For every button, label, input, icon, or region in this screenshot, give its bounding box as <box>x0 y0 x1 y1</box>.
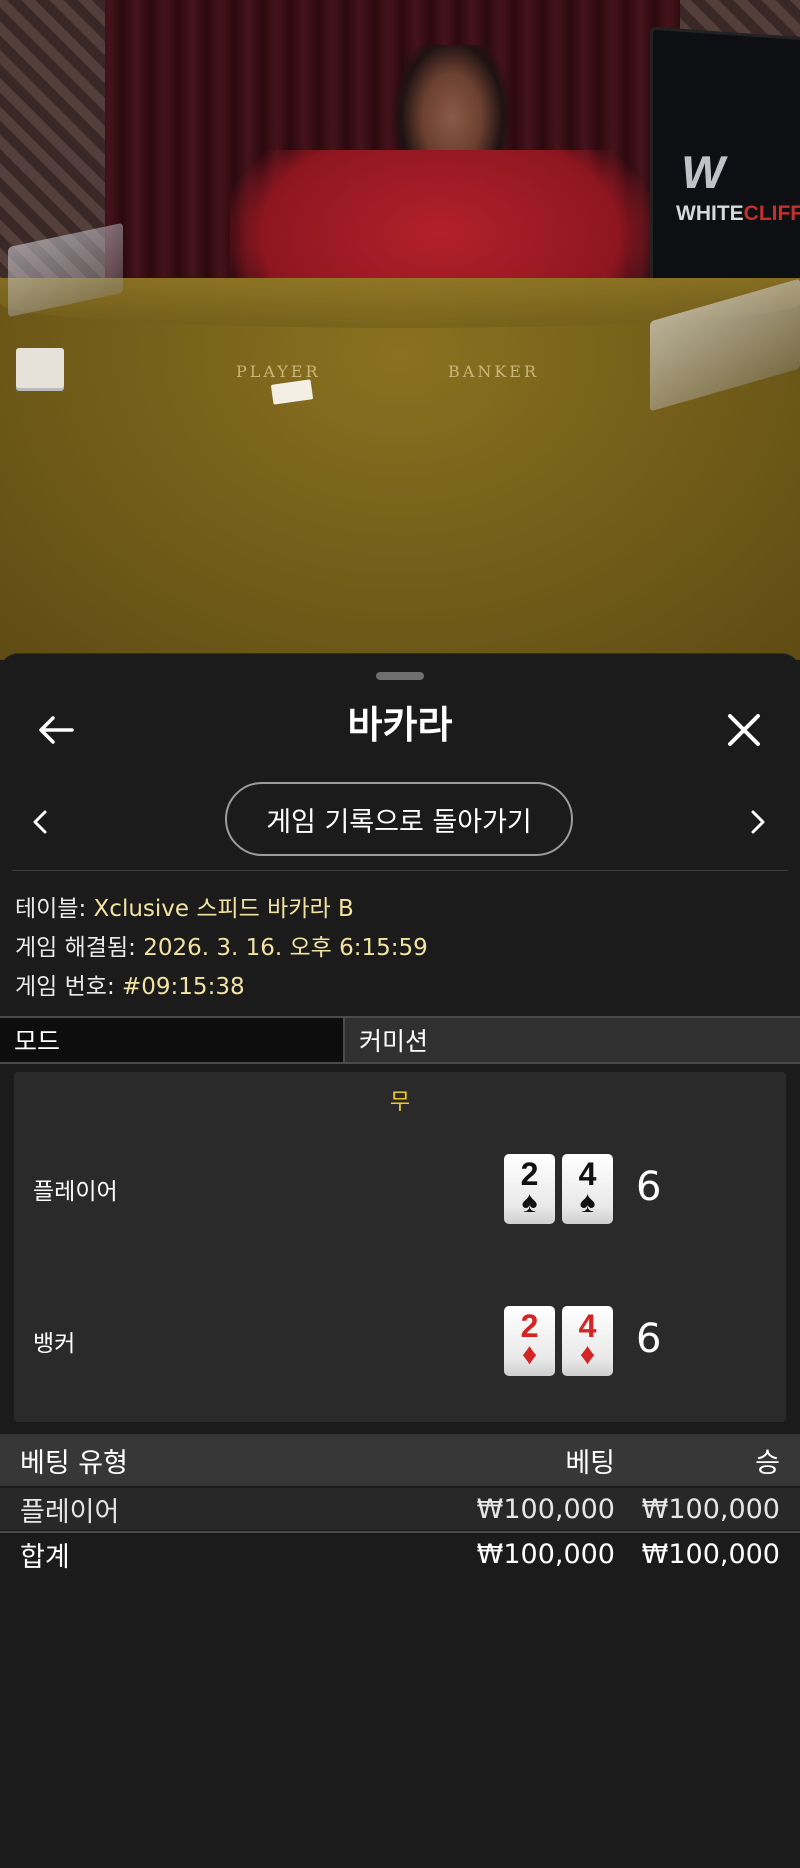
tab-mode[interactable]: 모드 <box>0 1018 345 1062</box>
player-score: 6 <box>636 1164 662 1210</box>
game-detail-sheet: 바카라 게임 기록으로 돌아가기 테이블: Xclusive 스피드 바카라 B… <box>0 653 800 1868</box>
tab-commission[interactable]: 커미션 <box>345 1018 800 1062</box>
brand-logo-mark: W <box>677 146 724 198</box>
resolved-info-value: 2026. 3. 16. 오후 6:15:59 <box>143 935 428 961</box>
banker-card-1: 2 ♦ <box>504 1306 555 1376</box>
win-amount-cell: ₩100,000 <box>641 1493 780 1525</box>
table-info: 테이블: Xclusive 스피드 바카라 B <box>15 889 354 923</box>
live-video-stream: W WHITECLIFF PLAYER BANKER <box>0 0 800 660</box>
chevron-right-icon <box>751 810 765 834</box>
table-label-banker: BANKER <box>448 362 539 381</box>
page-title: 바카라 <box>347 703 453 747</box>
banker-hand-label: 뱅커 <box>33 1331 76 1357</box>
banker-card-2: 4 ♦ <box>562 1306 613 1376</box>
total-win: ₩100,000 <box>641 1538 780 1570</box>
player-hand-label: 플레이어 <box>33 1179 118 1205</box>
chevron-left-icon <box>33 810 47 834</box>
header-bet: 베팅 <box>565 1447 615 1479</box>
spade-icon: ♠ <box>579 1186 596 1219</box>
brand-logo-text: WHITECLIFF <box>676 202 800 225</box>
bet-type-cell: 플레이어 <box>20 1496 120 1528</box>
divider <box>12 870 788 871</box>
table-label-player: PLAYER <box>236 362 321 381</box>
card-deck <box>16 348 64 388</box>
total-bet: ₩100,000 <box>476 1538 615 1570</box>
total-row: 합계 ₩100,000 ₩100,000 <box>0 1531 800 1575</box>
header-bet-type: 베팅 유형 <box>20 1447 128 1479</box>
bet-table-header: 베팅 유형 베팅 승 <box>0 1434 800 1486</box>
total-label: 합계 <box>20 1541 70 1573</box>
sheet-drag-handle[interactable] <box>376 672 424 680</box>
diamond-icon: ♦ <box>521 1338 538 1371</box>
close-button[interactable] <box>714 700 774 760</box>
back-to-history-button[interactable]: 게임 기록으로 돌아가기 <box>225 782 573 856</box>
close-icon <box>728 714 760 746</box>
outcome-label: 무 <box>389 1090 411 1115</box>
resolved-info-label: 게임 해결됨: <box>15 935 136 961</box>
resolved-info: 게임 해결됨: 2026. 3. 16. 오후 6:15:59 <box>15 928 428 962</box>
bet-amount-cell: ₩100,000 <box>476 1493 615 1525</box>
next-game-button[interactable] <box>730 794 786 850</box>
spade-icon: ♠ <box>521 1186 538 1219</box>
round-result-panel: 무 플레이어 2 ♠ 4 ♠ 6 뱅커 2 ♦ 4 ♦ 6 <box>14 1072 786 1422</box>
bet-summary-table: 베팅 유형 베팅 승 플레이어 ₩100,000 ₩100,000 합계 ₩10… <box>0 1434 800 1575</box>
game-number-value: #09:15:38 <box>122 974 245 1000</box>
table-info-label: 테이블: <box>15 896 87 922</box>
game-number-info: 게임 번호: #09:15:38 <box>15 967 245 1001</box>
banker-score: 6 <box>636 1316 662 1362</box>
table-row: 플레이어 ₩100,000 ₩100,000 <box>0 1488 800 1530</box>
previous-game-button[interactable] <box>12 794 68 850</box>
table-info-value: Xclusive 스피드 바카라 B <box>93 896 354 922</box>
header-win: 승 <box>755 1447 780 1479</box>
player-card-2: 4 ♠ <box>562 1154 613 1224</box>
diamond-icon: ♦ <box>579 1338 596 1371</box>
mode-tabs: 모드 커미션 <box>0 1016 800 1064</box>
player-card-1: 2 ♠ <box>504 1154 555 1224</box>
game-number-label: 게임 번호: <box>15 974 115 1000</box>
